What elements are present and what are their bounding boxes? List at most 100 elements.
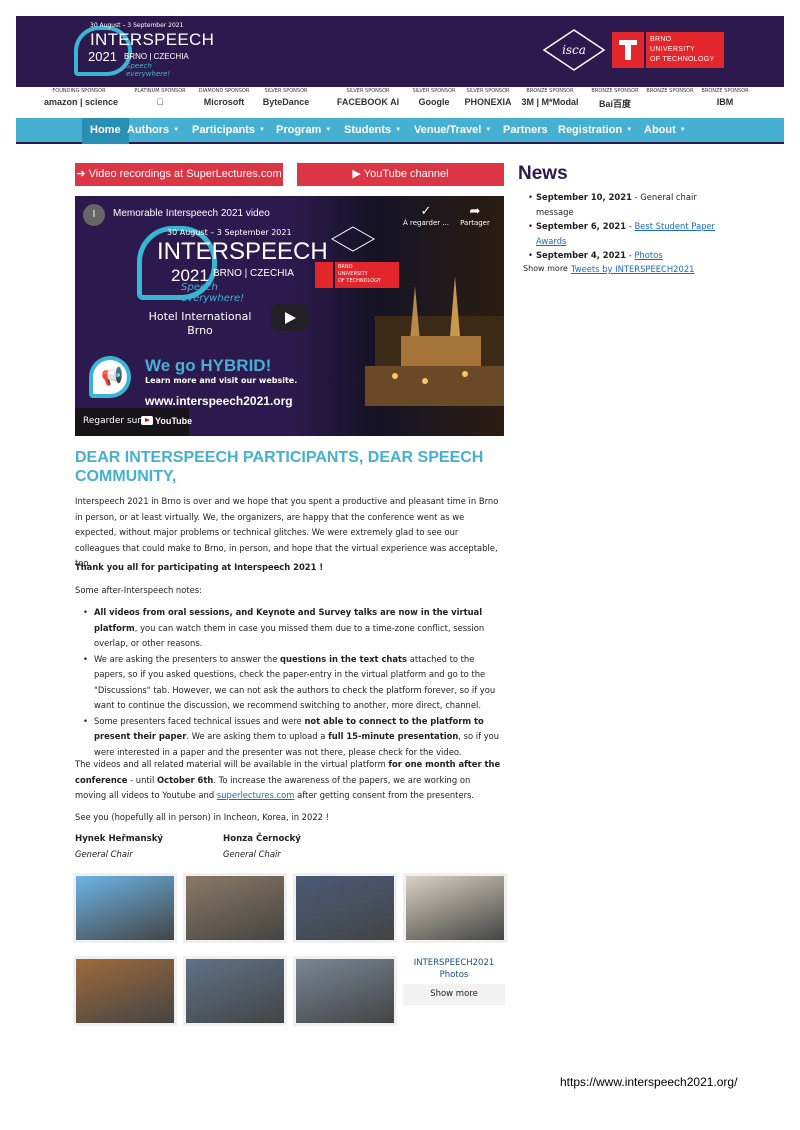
nav-item-label: Students xyxy=(344,124,392,136)
photo-thumbnail[interactable] xyxy=(183,873,287,943)
nav-item-label: About xyxy=(644,124,676,136)
brno-university-name: BRNO UNIVERSITY OF TECHNOLOGY xyxy=(646,32,724,68)
caret-down-icon: ▼ xyxy=(679,127,686,133)
nav-item-home[interactable]: Home xyxy=(82,118,129,144)
youtube-video-embed[interactable]: I Memorable Interspeech 2021 video ✓ À r… xyxy=(75,196,504,436)
tweets-link[interactable]: Tweets by INTERSPEECH2021 xyxy=(571,264,695,274)
sponsor-name:  xyxy=(132,97,188,107)
photo-thumbnail[interactable] xyxy=(293,956,397,1026)
news-list: September 10, 2021 - General chair messa… xyxy=(528,190,718,263)
photo-thumbnail[interactable] xyxy=(293,873,397,943)
video-logo-dates: 30 August – 3 September 2021 xyxy=(167,228,292,237)
nav-item-participants[interactable]: Participants ▼ xyxy=(192,118,265,144)
video-recordings-label: Video recordings at SuperLectures.com xyxy=(88,168,282,180)
nav-item-students[interactable]: Students ▼ xyxy=(344,118,401,144)
sponsor-tier: BRONZE SPONSOR xyxy=(591,88,639,94)
logo-name: INTERSPEECH xyxy=(90,30,215,49)
sponsor-logo[interactable]: SILVER SPONSOR PHONEXIA xyxy=(462,88,514,107)
play-icon: ▶ xyxy=(352,168,361,180)
availability-paragraph: The videos and all related material will… xyxy=(75,759,501,800)
megaphone-icon: 📢 xyxy=(101,366,124,387)
video-logo-name: INTERSPEECH xyxy=(157,238,328,265)
sponsor-name: amazon | science xyxy=(44,97,119,107)
sponsor-logo[interactable]: DIAMOND SPONSOR Microsoft xyxy=(194,88,254,107)
photo-image xyxy=(76,876,174,940)
news-item: September 10, 2021 - General chair messa… xyxy=(528,190,718,219)
photo-thumbnail[interactable] xyxy=(73,956,177,1026)
news-link[interactable]: Photos xyxy=(634,250,662,260)
video-play-button[interactable] xyxy=(271,304,309,331)
caret-down-icon: ▼ xyxy=(626,127,633,133)
notes-list: All videos from oral sessions, and Keyno… xyxy=(82,605,502,760)
photo-image xyxy=(186,959,284,1023)
sponsor-name: 3M | M*Modal xyxy=(521,97,579,107)
photo-image xyxy=(406,876,504,940)
photo-thumbnail[interactable] xyxy=(73,873,177,943)
photo-thumbnail[interactable] xyxy=(183,956,287,1026)
caret-down-icon: ▼ xyxy=(395,127,402,133)
logo-city: BRNO | CZECHIA xyxy=(124,52,189,61)
nav-item-label: Authors xyxy=(127,124,170,136)
video-recordings-button[interactable]: ➜ Video recordings at SuperLectures.com xyxy=(75,163,283,186)
video-logo-tagline: Speech everywhere! xyxy=(181,282,245,304)
nav-item-label: Home xyxy=(90,124,121,136)
nav-item-partners[interactable]: Partners xyxy=(503,118,548,144)
sponsor-name: ByteDance xyxy=(262,97,310,107)
sponsor-logo[interactable]: SILVER SPONSOR ByteDance xyxy=(256,88,316,107)
nav-item-registration[interactable]: Registration ▼ xyxy=(558,118,632,144)
sponsor-tier: FOUNDING SPONSOR xyxy=(52,88,106,94)
watch-later-button[interactable]: ✓ À regarder ... xyxy=(401,204,451,227)
photos-album-link[interactable]: INTERSPEECH2021 Photos xyxy=(403,957,505,981)
youtube-channel-button[interactable]: ▶ YouTube channel xyxy=(297,163,504,186)
sponsor-logo[interactable]: BRONZE SPONSOR xyxy=(644,88,696,97)
share-button[interactable]: ➦ Partager xyxy=(455,204,495,227)
brno-university-logo[interactable]: BRNO UNIVERSITY OF TECHNOLOGY xyxy=(612,32,724,68)
photos-show-more-button[interactable]: Show more xyxy=(403,984,505,1005)
sponsor-logo[interactable]: SILVER SPONSOR FACEBOOK AI xyxy=(328,88,408,107)
nav-item-program[interactable]: Program ▼ xyxy=(276,118,331,144)
sponsor-tier: BRONZE SPONSOR xyxy=(526,88,574,94)
channel-avatar[interactable]: I xyxy=(83,204,105,226)
youtube-icon xyxy=(141,416,153,425)
sponsor-logo[interactable]: PLATINUM SPONSOR  xyxy=(132,88,188,107)
sponsor-logo[interactable]: FOUNDING SPONSOR amazon | science xyxy=(44,88,119,107)
photo-image xyxy=(296,959,394,1023)
interspeech-logo[interactable]: 30 August – 3 September 2021 INTERSPEECH… xyxy=(74,22,224,84)
video-hotel-text: Hotel International Brno xyxy=(148,310,252,337)
brno-university-logo-small: BRNO UNIVERSITY OF TECHNOLOGY xyxy=(315,262,399,288)
photo-image xyxy=(186,876,284,940)
watch-on-label: Regarder sur xyxy=(83,416,142,426)
sponsor-logo[interactable]: SILVER SPONSOR Google xyxy=(410,88,458,107)
isca-logo-small xyxy=(331,226,375,252)
video-hybrid-heading: We go HYBRID! xyxy=(145,356,272,375)
sponsor-tier: BRONZE SPONSOR xyxy=(701,88,749,94)
superlectures-link[interactable]: superlectures.com xyxy=(217,790,295,800)
nav-item-authors[interactable]: Authors ▼ xyxy=(127,118,179,144)
notes-intro: Some after-Interspeech notes: xyxy=(75,585,202,595)
youtube-label: YouTube xyxy=(155,416,193,426)
nav-item-venue-travel[interactable]: Venue/Travel ▼ xyxy=(414,118,491,144)
sponsor-tier: BRONZE SPONSOR xyxy=(646,88,694,94)
check-icon: ✓ xyxy=(420,204,432,219)
sponsor-tier: PLATINUM SPONSOR xyxy=(134,88,186,94)
watch-on-youtube-button[interactable]: Regarder sur YouTube xyxy=(75,408,193,436)
video-url-text: www.interspeech2021.org xyxy=(145,394,293,408)
watch-later-label: À regarder ... xyxy=(402,219,450,227)
sponsor-logo[interactable]: BRONZE SPONSOR Bai百度 xyxy=(588,88,642,110)
vut-t-icon xyxy=(612,32,644,68)
caret-down-icon: ▼ xyxy=(325,127,332,133)
nav-item-about[interactable]: About ▼ xyxy=(644,118,686,144)
sponsor-name: PHONEXIA xyxy=(464,97,512,107)
play-icon xyxy=(285,312,296,324)
sponsor-logo[interactable]: BRONZE SPONSOR IBM xyxy=(700,88,750,107)
main-nav: Home Authors ▼ Participants ▼ Program ▼ Student… xyxy=(16,118,784,144)
nav-item-label: Program xyxy=(276,124,322,136)
sponsor-name: Microsoft xyxy=(203,97,245,107)
sponsor-logo[interactable]: BRONZE SPONSOR 3M | M*Modal xyxy=(516,88,584,107)
nav-item-label: Partners xyxy=(503,124,548,136)
video-title[interactable]: Memorable Interspeech 2021 video xyxy=(113,208,270,219)
news-show-more-button[interactable]: Show more xyxy=(523,264,568,273)
news-date: September 10, 2021 xyxy=(536,192,632,202)
isca-logo[interactable]: isca xyxy=(542,28,606,72)
photo-thumbnail[interactable] xyxy=(403,873,507,943)
